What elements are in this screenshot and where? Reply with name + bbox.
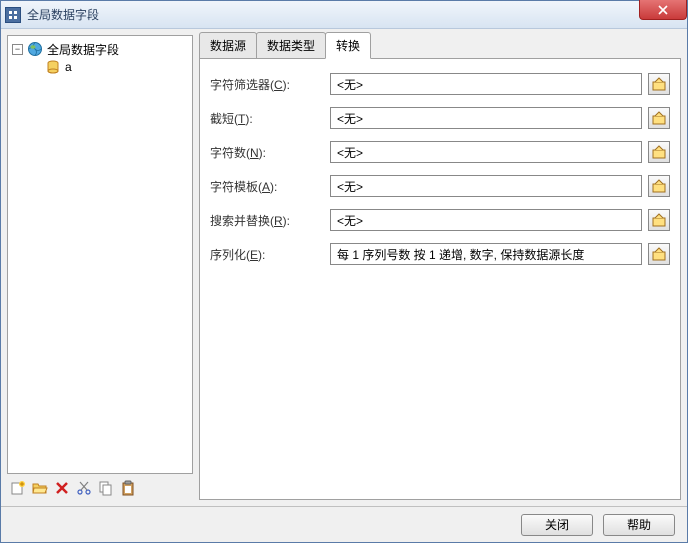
left-panel: − 全局数据字段 a — [7, 35, 193, 500]
open-folder-button[interactable] — [31, 479, 49, 497]
edit-char-filter-button[interactable] — [648, 73, 670, 95]
close-window-button[interactable] — [639, 0, 687, 20]
cut-button[interactable] — [75, 479, 93, 497]
delete-button[interactable] — [53, 479, 71, 497]
tree-root-label: 全局数据字段 — [47, 41, 119, 58]
tree-root-item[interactable]: − 全局数据字段 — [10, 40, 190, 58]
tree-child-item[interactable]: a — [10, 58, 190, 76]
dialog-window: 全局数据字段 − 全局数据字段 a — [0, 0, 688, 543]
app-icon — [5, 7, 21, 23]
titlebar: 全局数据字段 — [1, 1, 687, 29]
label-search-replace: 搜索并替换(R): — [210, 212, 330, 229]
tab-transform[interactable]: 转换 — [325, 32, 371, 59]
tree-collapse-icon[interactable]: − — [12, 44, 23, 55]
globe-icon — [27, 41, 43, 57]
label-char-count: 字符数(N): — [210, 144, 330, 161]
row-char-template: 字符模板(A): — [210, 175, 670, 197]
row-char-filter: 字符筛选器(C): — [210, 73, 670, 95]
row-search-replace: 搜索并替换(R): — [210, 209, 670, 231]
help-button[interactable]: 帮助 — [603, 514, 675, 536]
tree-toolbar — [7, 476, 193, 500]
window-title: 全局数据字段 — [27, 6, 99, 23]
tree-child-label: a — [65, 60, 72, 74]
row-char-count: 字符数(N): — [210, 141, 670, 163]
input-search-replace[interactable] — [330, 209, 642, 231]
copy-button[interactable] — [97, 479, 115, 497]
input-char-filter[interactable] — [330, 73, 642, 95]
dialog-button-bar: 关闭 帮助 — [1, 506, 687, 542]
edit-char-count-button[interactable] — [648, 141, 670, 163]
tab-strip: 数据源 数据类型 转换 — [199, 35, 681, 59]
label-truncate: 截短(T): — [210, 110, 330, 127]
input-truncate[interactable] — [330, 107, 642, 129]
label-char-template: 字符模板(A): — [210, 178, 330, 195]
tab-data-source[interactable]: 数据源 — [199, 32, 257, 59]
new-item-button[interactable] — [9, 479, 27, 497]
edit-search-replace-button[interactable] — [648, 209, 670, 231]
input-char-count[interactable] — [330, 141, 642, 163]
label-char-filter: 字符筛选器(C): — [210, 76, 330, 93]
edit-serialize-button[interactable] — [648, 243, 670, 265]
client-area: − 全局数据字段 a — [1, 29, 687, 506]
database-icon — [45, 59, 61, 75]
input-serialize[interactable] — [330, 243, 642, 265]
close-button[interactable]: 关闭 — [521, 514, 593, 536]
edit-truncate-button[interactable] — [648, 107, 670, 129]
row-serialize: 序列化(E): — [210, 243, 670, 265]
tree-view[interactable]: − 全局数据字段 a — [7, 35, 193, 474]
tab-panel-transform: 字符筛选器(C): 截短(T): 字符数(N): 字符模板(A): — [199, 58, 681, 500]
tab-data-type[interactable]: 数据类型 — [256, 32, 326, 59]
row-truncate: 截短(T): — [210, 107, 670, 129]
right-panel: 数据源 数据类型 转换 字符筛选器(C): 截短(T): 字符数(N): — [199, 35, 681, 500]
paste-button[interactable] — [119, 479, 137, 497]
input-char-template[interactable] — [330, 175, 642, 197]
label-serialize: 序列化(E): — [210, 246, 330, 263]
edit-char-template-button[interactable] — [648, 175, 670, 197]
